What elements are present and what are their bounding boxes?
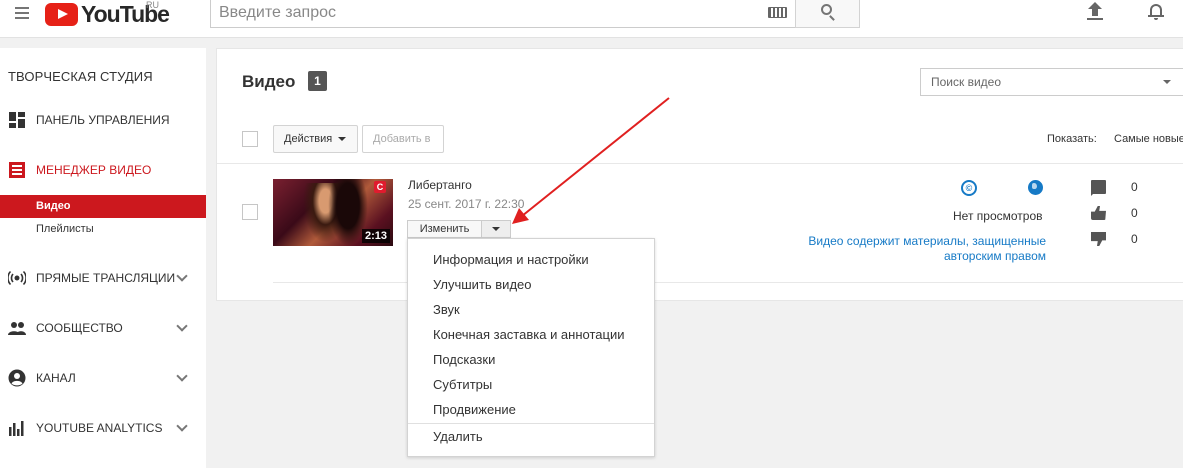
dashboard-icon (9, 112, 25, 128)
globe-public-icon[interactable] (1028, 180, 1043, 195)
edit-dropdown-toggle[interactable] (482, 221, 510, 237)
region-label: RU (146, 0, 159, 10)
sidebar-item-label: СООБЩЕСТВО (36, 321, 123, 335)
select-all-checkbox[interactable] (242, 131, 258, 147)
play-logo-icon (45, 2, 78, 26)
edit-button[interactable]: Изменить (407, 220, 511, 238)
sidebar-item-video-manager[interactable]: МЕНЕДЖЕР ВИДЕО (0, 158, 206, 182)
menu-item-enhance[interactable]: Улучшить видео (408, 272, 654, 297)
sort-select[interactable]: Самые новые (1114, 133, 1183, 145)
edit-dropdown-menu: Информация и настройки Улучшить видео Зв… (407, 238, 655, 457)
dislike-count: 0 (1131, 232, 1138, 246)
menu-item-promotion[interactable]: Продвижение (408, 397, 654, 422)
video-manager-icon (9, 162, 25, 178)
sidebar-item-dashboard[interactable]: ПАНЕЛЬ УПРАВЛЕНИЯ (0, 108, 206, 132)
video-date: 25 сент. 2017 г. 22:30 (408, 197, 525, 211)
menu-icon[interactable] (15, 7, 29, 19)
search-button[interactable] (795, 0, 860, 28)
search-input[interactable] (211, 0, 751, 27)
upload-icon[interactable] (1086, 2, 1104, 20)
analytics-icon (9, 421, 24, 436)
copyright-claim-link[interactable]: Видео содержит материалы, защищенные авт… (777, 234, 1046, 264)
video-duration: 2:13 (361, 229, 390, 243)
actions-label: Действия (284, 133, 333, 145)
video-row-checkbox[interactable] (242, 204, 258, 220)
search-box (210, 0, 796, 28)
sidebar-item-label: КАНАЛ (36, 371, 76, 385)
background-area (206, 302, 1183, 468)
page-title: Видео (242, 72, 296, 91)
channel-icon (8, 369, 26, 387)
menu-item-info-settings[interactable]: Информация и настройки (408, 247, 654, 272)
sidebar-item-label: YOUTUBE ANALYTICS (36, 421, 163, 435)
menu-item-end-screen[interactable]: Конечная заставка и аннотации (408, 322, 654, 347)
divider (217, 163, 1183, 164)
add-to-label: Добавить в (373, 133, 431, 145)
thumbs-down-icon (1091, 232, 1106, 246)
community-icon (8, 322, 26, 335)
like-count: 0 (1131, 206, 1138, 220)
edit-label[interactable]: Изменить (408, 221, 482, 237)
sidebar-item-label: МЕНЕДЖЕР ВИДЕО (36, 163, 152, 177)
view-count: Нет просмотров (953, 209, 1043, 223)
top-bar: YouTube RU (0, 0, 1183, 38)
video-search-box (920, 68, 1183, 96)
menu-item-delete[interactable]: Удалить (408, 424, 654, 449)
notifications-bell-icon[interactable] (1148, 2, 1164, 20)
menu-item-subtitles[interactable]: Субтитры (408, 372, 654, 397)
sidebar-item-analytics[interactable]: YOUTUBE ANALYTICS (0, 416, 206, 440)
menu-item-cards[interactable]: Подсказки (408, 347, 654, 372)
actions-button[interactable]: Действия (273, 125, 358, 153)
menu-item-audio[interactable]: Звук (408, 297, 654, 322)
add-to-button[interactable]: Добавить в (362, 125, 444, 153)
sidebar-item-label: ПРЯМЫЕ ТРАНСЛЯЦИИ (36, 271, 176, 285)
chevron-down-icon[interactable] (176, 420, 188, 432)
chevron-down-icon[interactable] (176, 370, 188, 382)
video-count-badge: 1 (308, 71, 327, 91)
video-manager-panel: Видео 1 Действия Добавить в Показать: Са… (216, 48, 1183, 301)
video-search-input[interactable] (921, 69, 1151, 95)
chevron-down-icon[interactable] (176, 270, 188, 282)
sidebar-subitem-videos[interactable]: Видео (0, 195, 206, 218)
search-icon (821, 4, 832, 15)
sidebar-item-label: ПАНЕЛЬ УПРАВЛЕНИЯ (36, 113, 170, 127)
caret-down-icon (338, 137, 347, 141)
live-icon (8, 270, 26, 286)
chevron-down-icon[interactable] (176, 320, 188, 332)
comment-icon (1091, 180, 1106, 196)
comment-count: 0 (1131, 180, 1138, 194)
show-label: Показать: (1047, 133, 1097, 145)
studio-title[interactable]: ТВОРЧЕСКАЯ СТУДИЯ (8, 69, 153, 84)
video-title[interactable]: Либертанго (408, 178, 472, 192)
sidebar-item-community[interactable]: СООБЩЕСТВО (0, 316, 206, 340)
studio-sidebar: ТВОРЧЕСКАЯ СТУДИЯ ПАНЕЛЬ УПРАВЛЕНИЯ МЕНЕ… (0, 48, 206, 468)
video-thumbnail[interactable]: С 2:13 (273, 179, 393, 246)
sidebar-item-channel[interactable]: КАНАЛ (0, 366, 206, 390)
sidebar-subitem-playlists[interactable]: Плейлисты (0, 218, 206, 241)
thumbs-up-icon (1091, 206, 1106, 220)
keyboard-icon[interactable] (768, 7, 787, 18)
sidebar-item-live[interactable]: ПРЯМЫЕ ТРАНСЛЯЦИИ (0, 266, 206, 290)
caret-down-icon[interactable] (1163, 80, 1171, 84)
channel-badge: С (374, 181, 386, 193)
copyright-icon[interactable]: © (961, 180, 977, 196)
